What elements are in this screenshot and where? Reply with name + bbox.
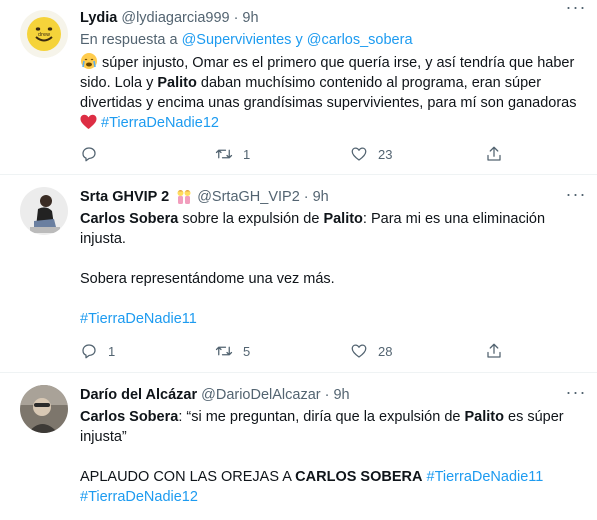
text-segment: daban muchísimo contenido al programa, e… bbox=[80, 75, 577, 111]
mention-link[interactable]: @Supervivientes bbox=[182, 32, 292, 48]
crying-face-icon bbox=[81, 53, 97, 69]
reply-button[interactable] bbox=[80, 144, 215, 164]
hashtag-link[interactable]: #TierraDeNadie11 bbox=[80, 311, 197, 327]
tweet-lydia[interactable]: drew Lydia @lydiagarcia999 · 9h En respu… bbox=[0, 0, 597, 175]
like-icon bbox=[351, 147, 367, 161]
like-count: 28 bbox=[378, 343, 393, 359]
text-segment: APLAUDO CON LAS OREJAS A bbox=[80, 469, 292, 485]
share-icon bbox=[487, 146, 501, 161]
hashtag-link[interactable]: #TierraDeNadie12 bbox=[101, 115, 219, 131]
retweet-button[interactable]: 5 bbox=[215, 341, 350, 361]
text-bold: CARLOS SOBERA bbox=[295, 469, 423, 485]
text-bold: Palito bbox=[464, 409, 504, 425]
retweet-button[interactable]: 1 bbox=[215, 144, 350, 164]
avatar-image bbox=[20, 187, 68, 235]
more-icon[interactable]: ··· bbox=[565, 383, 587, 405]
tweet-dario[interactable]: Darío del Alcázar @DarioDelAlcazar · 9h … bbox=[0, 373, 597, 520]
author-handle[interactable]: @DarioDelAlcazar bbox=[201, 385, 320, 405]
svg-text:drew: drew bbox=[38, 32, 50, 38]
author-name[interactable]: Srta GHVIP 2 bbox=[80, 187, 169, 207]
retweet-count: 1 bbox=[243, 146, 251, 162]
tweet-srta-ghvip[interactable]: Srta GHVIP 2 @SrtaGH_VIP2 · 9h Carlos So… bbox=[0, 175, 597, 373]
more-icon[interactable]: ··· bbox=[565, 0, 587, 20]
text-paragraph: Sobera representándome una vez más. bbox=[80, 271, 335, 287]
tweet-text: Carlos Sobera: “si me preguntan, diría q… bbox=[80, 407, 583, 507]
timestamp[interactable]: 9h bbox=[313, 187, 329, 207]
author-handle[interactable]: @lydiagarcia999 bbox=[121, 8, 229, 28]
reply-icon bbox=[82, 344, 96, 359]
author-handle[interactable]: @SrtaGH_VIP2 bbox=[197, 187, 300, 207]
share-icon bbox=[487, 343, 501, 358]
retweet-icon bbox=[215, 149, 233, 159]
tweet-text: Carlos Sobera sobre la expulsión de Pali… bbox=[80, 209, 583, 329]
red-heart-icon bbox=[80, 114, 97, 129]
timestamp[interactable]: 9h bbox=[242, 8, 258, 28]
like-icon bbox=[351, 344, 367, 358]
tweet-text: súper injusto, Omar es el primero que qu… bbox=[80, 52, 583, 133]
action-bar: 1 5 28 bbox=[80, 341, 520, 361]
like-button[interactable]: 23 bbox=[350, 144, 485, 164]
twins-emoji-icon bbox=[177, 190, 191, 204]
separator-dot: · bbox=[233, 10, 239, 26]
avatar-image bbox=[20, 385, 68, 433]
retweet-count: 5 bbox=[243, 343, 251, 359]
mention-link[interactable]: @carlos_sobera bbox=[307, 32, 413, 48]
reply-context: En respuesta a @Supervivientes y @carlos… bbox=[80, 30, 583, 50]
action-bar: 1 23 bbox=[80, 144, 520, 164]
hashtag-link[interactable]: #TierraDeNadie11 bbox=[427, 469, 544, 485]
text-bold: Carlos Sobera bbox=[80, 211, 179, 227]
text-bold: Palito bbox=[157, 75, 197, 91]
reply-and: y bbox=[295, 32, 303, 48]
separator-dot: · bbox=[303, 189, 309, 205]
share-button[interactable] bbox=[485, 144, 513, 164]
text-bold: Carlos Sobera bbox=[80, 409, 179, 425]
like-button[interactable]: 28 bbox=[350, 341, 485, 361]
share-button[interactable] bbox=[485, 341, 513, 361]
reply-icon bbox=[82, 147, 96, 162]
text-segment: sobre la expulsión de bbox=[182, 211, 320, 227]
text-bold: Palito bbox=[323, 211, 363, 227]
reply-prefix: En respuesta a bbox=[80, 32, 178, 48]
retweet-icon bbox=[215, 346, 233, 356]
more-icon[interactable]: ··· bbox=[565, 185, 587, 207]
author-name[interactable]: Lydia bbox=[80, 8, 117, 28]
reply-button[interactable]: 1 bbox=[80, 341, 215, 361]
avatar-image: drew bbox=[20, 10, 68, 58]
hashtag-link[interactable]: #TierraDeNadie12 bbox=[80, 489, 198, 505]
text-segment: : “si me preguntan, diría que la expulsi… bbox=[178, 409, 461, 425]
avatar[interactable] bbox=[20, 385, 68, 433]
like-count: 23 bbox=[378, 146, 393, 162]
reply-count: 1 bbox=[108, 343, 116, 359]
timestamp[interactable]: 9h bbox=[333, 385, 349, 405]
author-name[interactable]: Darío del Alcázar bbox=[80, 385, 197, 405]
avatar[interactable]: drew bbox=[20, 10, 68, 58]
separator-dot: · bbox=[324, 387, 330, 403]
avatar[interactable] bbox=[20, 187, 68, 235]
